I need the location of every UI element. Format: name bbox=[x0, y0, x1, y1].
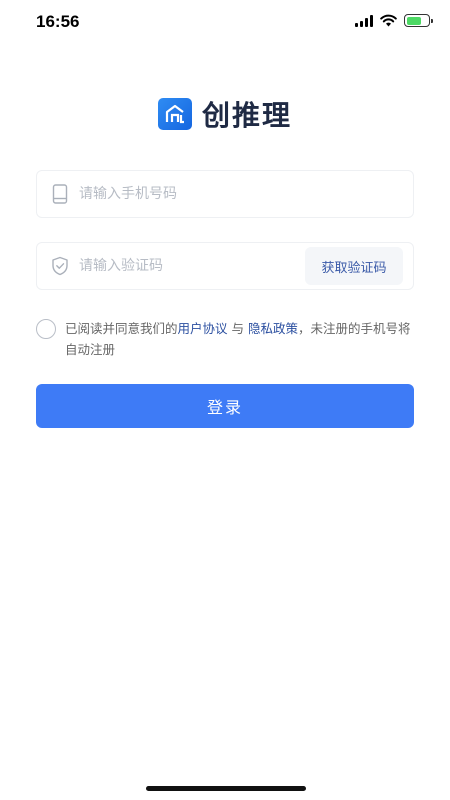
phone-field[interactable] bbox=[36, 170, 414, 218]
logo-mark-icon bbox=[157, 98, 192, 130]
login-button[interactable]: 登录 bbox=[36, 384, 414, 428]
shield-icon bbox=[49, 255, 71, 277]
status-icons bbox=[355, 14, 433, 27]
agreement-row: 已阅读并同意我们的用户协议 与 隐私政策，未注册的手机号将自动注册 bbox=[36, 318, 414, 360]
phone-icon bbox=[49, 183, 71, 205]
agreement-prefix: 已阅读并同意我们的 bbox=[65, 321, 178, 336]
agreement-text: 已阅读并同意我们的用户协议 与 隐私政策，未注册的手机号将自动注册 bbox=[65, 318, 414, 360]
status-bar: 16:56 bbox=[0, 0, 450, 44]
user-agreement-link[interactable]: 用户协议 bbox=[178, 321, 228, 336]
get-code-button[interactable]: 获取验证码 bbox=[305, 247, 403, 285]
verification-code-field[interactable]: 获取验证码 bbox=[36, 242, 414, 290]
home-indicator[interactable] bbox=[146, 786, 306, 791]
brand-name: 创推理 bbox=[201, 99, 292, 132]
verification-code-input[interactable] bbox=[79, 243, 305, 289]
phone-input[interactable] bbox=[79, 171, 413, 217]
privacy-policy-link[interactable]: 隐私政策 bbox=[248, 321, 298, 336]
agreement-checkbox[interactable] bbox=[36, 319, 56, 339]
agreement-and: 与 bbox=[227, 321, 248, 336]
status-time: 16:56 bbox=[36, 12, 80, 31]
cellular-signal-icon bbox=[355, 14, 373, 27]
wifi-icon bbox=[380, 14, 397, 27]
app-logo: 创推理 bbox=[0, 94, 450, 134]
battery-icon bbox=[404, 14, 433, 27]
